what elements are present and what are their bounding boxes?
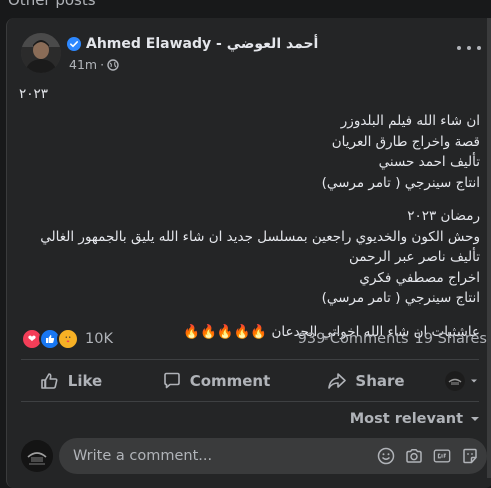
- section-header: Other posts: [8, 0, 96, 9]
- like-label: Like: [67, 372, 103, 390]
- chevron-down-icon: [471, 379, 477, 383]
- gif-icon[interactable]: [433, 447, 451, 465]
- post-time[interactable]: 41m: [69, 57, 97, 72]
- post-body: ٢٠٢٣ ان شاء الله فيلم البلدوزر قصة واخرا…: [19, 84, 480, 342]
- divider: [21, 401, 479, 402]
- post-year-line: ٢٠٢٣: [19, 86, 49, 102]
- emoji-icon[interactable]: [377, 447, 395, 465]
- post-text-line: ان شاء الله فيلم البلدوزر: [340, 113, 480, 129]
- comment-composer: [21, 438, 487, 474]
- comments-count[interactable]: 939 Comments: [298, 331, 409, 347]
- author-name[interactable]: Ahmed Elawady - أحمد العوضي: [86, 36, 318, 52]
- post-text-line: انتاج سينرجي ( تامر مرسي): [321, 174, 480, 191]
- globe-icon: [107, 58, 119, 71]
- post-card: Ahmed Elawady - أحمد العوضي 41m · ٢٠٢٣ ا…: [6, 18, 491, 488]
- post-text-line: اخراج مصطفي فكري: [359, 269, 480, 286]
- post-meta: 41m ·: [69, 57, 119, 72]
- sticker-icon[interactable]: [461, 447, 479, 465]
- post-text-line: قصة واخراج طارق العريان: [331, 133, 480, 150]
- profile-avatar: [445, 371, 465, 391]
- reactions-summary: ❤ 10K 939 Comments 19 Shares: [21, 328, 487, 350]
- care-reaction-icon: [57, 328, 79, 350]
- scrollbar[interactable]: [487, 18, 491, 478]
- reactions-button[interactable]: ❤ 10K: [21, 328, 113, 350]
- share-button[interactable]: Share: [311, 366, 421, 396]
- sort-label: Most relevant: [349, 411, 463, 427]
- comment-input[interactable]: [71, 447, 377, 465]
- react-as-selector[interactable]: [445, 371, 479, 391]
- chevron-down-icon: [471, 417, 479, 421]
- comment-box: [59, 438, 487, 474]
- meta-separator: ·: [100, 57, 105, 72]
- comment-label: Comment: [189, 372, 271, 390]
- share-label: Share: [355, 372, 405, 390]
- post-text-line: تأليف ناصر عبر الرحمن: [348, 249, 480, 265]
- commenter-avatar[interactable]: [21, 440, 53, 472]
- comment-icon: [163, 372, 180, 389]
- comment-sort-dropdown[interactable]: Most relevant: [350, 411, 481, 427]
- reactions-count: 10K: [85, 331, 113, 347]
- like-button[interactable]: Like: [21, 366, 121, 396]
- comment-button[interactable]: Comment: [141, 366, 291, 396]
- post-actions: Like Comment Share: [21, 366, 487, 396]
- camera-icon[interactable]: [405, 447, 423, 465]
- author-row: Ahmed Elawady - أحمد العوضي: [67, 36, 318, 52]
- post-text-line: انتاج سينرجي ( تامر مرسي): [321, 290, 480, 306]
- author-avatar[interactable]: [21, 33, 61, 73]
- post-text-line: رمضان ٢٠٢٣: [407, 208, 480, 224]
- post-text-line: وحش الكون والخديوي راجعين بمسلسل جديد ان…: [40, 228, 480, 245]
- divider: [21, 359, 479, 360]
- engagement-counts: 939 Comments 19 Shares: [298, 331, 487, 347]
- post-block-film: ان شاء الله فيلم البلدوزر قصة واخراج طار…: [19, 111, 480, 342]
- share-icon: [328, 373, 347, 389]
- post-text-line: تأليف احمد حسني: [378, 154, 480, 170]
- more-dots-icon: [457, 46, 461, 50]
- verified-badge-icon: [67, 37, 81, 51]
- shares-count[interactable]: 19 Shares: [415, 331, 487, 347]
- more-options-button[interactable]: [457, 42, 481, 54]
- like-icon: [40, 373, 58, 389]
